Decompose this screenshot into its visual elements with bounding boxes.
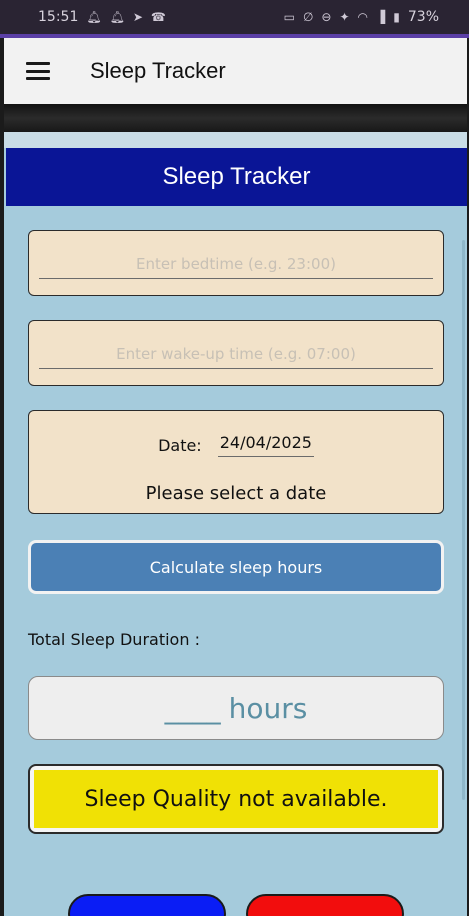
telegram-icon: ➤ [132,10,143,24]
content-top-band [4,132,467,148]
notification-icon: 🔔︎ [109,10,125,24]
date-message: Please select a date [145,483,327,504]
date-row: Date: 24/04/2025 [29,433,443,457]
hours-display: ____ hours [28,676,444,740]
hours-unit: hours [228,691,308,725]
date-picker[interactable]: 24/04/2025 [217,433,314,457]
app-title: Sleep Tracker [90,58,226,83]
status-bar: 15:51 🔔︎ 🔔︎ ➤ ☎︎ ▭ ∅ ⊖ ✦ ◠ ▐ ▮ 73% [0,0,469,34]
blue-action-button[interactable] [68,894,226,916]
wakeup-card [28,320,444,386]
page-title: Sleep Tracker [6,148,467,206]
sleep-quality-text: Sleep Quality not available. [34,770,438,828]
battery-icon: ▮ [393,10,400,24]
divider-strip [4,104,467,132]
notification-icon: 🔔︎ [86,10,102,24]
volte-icon: ✦ [339,10,350,24]
status-right: ▭ ∅ ⊖ ✦ ◠ ▐ ▮ 73% [284,9,439,25]
bedtime-input[interactable] [39,249,433,279]
dnd-icon: ⊖ [321,10,332,24]
signal-icon: ▐ [376,10,386,24]
total-sleep-label: Total Sleep Duration : [28,630,200,649]
mute-icon: ∅ [302,10,314,24]
phone-icon: ☎︎ [150,10,166,24]
app-bar: Sleep Tracker [4,38,467,104]
status-time: 15:51 [38,9,79,25]
status-left: 15:51 🔔︎ 🔔︎ ➤ ☎︎ [38,9,166,25]
date-label: Date: [158,435,202,455]
hamburger-menu-icon[interactable] [26,62,50,80]
bedtime-card [28,230,444,296]
date-card: Date: 24/04/2025 Please select a date [28,410,444,514]
battery-percent: 73% [407,9,439,25]
wakeup-input[interactable] [39,339,433,369]
calculate-sleep-button[interactable]: Calculate sleep hours [28,540,444,594]
wifi-icon: ◠ [357,10,369,24]
hours-value: ____ [164,691,221,725]
red-action-button[interactable] [246,894,404,916]
cast-icon: ▭ [283,10,295,24]
scrollbar[interactable] [462,240,465,800]
main-content: Sleep Tracker Date: 24/04/2025 Please se… [4,132,467,916]
sleep-quality-box: Sleep Quality not available. [28,764,444,834]
